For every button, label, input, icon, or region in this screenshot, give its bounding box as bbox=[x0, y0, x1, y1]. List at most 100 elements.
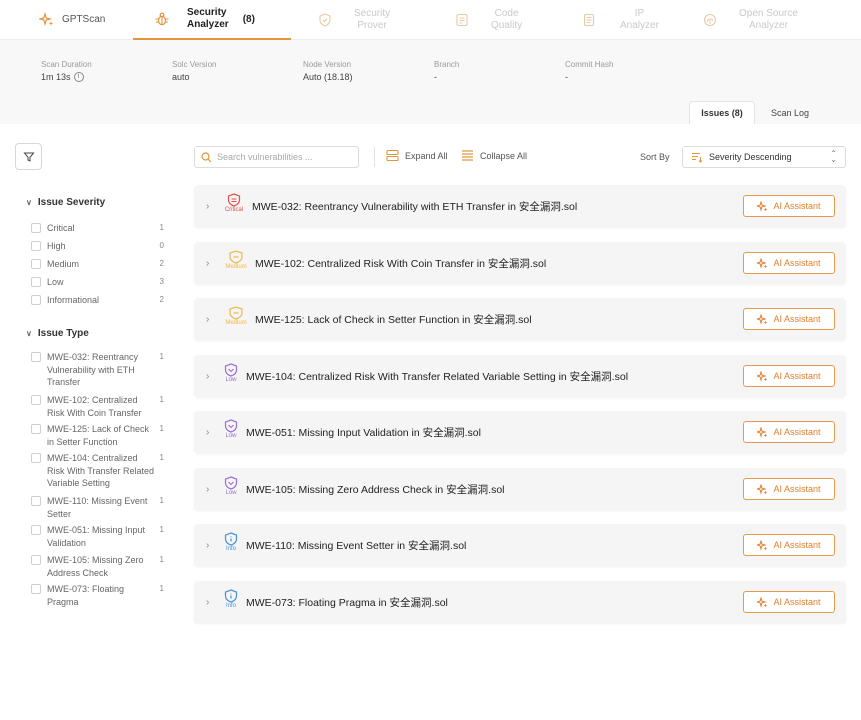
chevron-right-icon[interactable]: › bbox=[206, 258, 209, 269]
chevron-right-icon[interactable]: › bbox=[206, 484, 209, 495]
checkbox[interactable] bbox=[31, 496, 41, 506]
top-tab-bar: GPTScan Security Analyzer (8) Security P… bbox=[0, 0, 861, 40]
ai-assistant-label: AI Assistant bbox=[773, 201, 821, 211]
low-shield-icon bbox=[224, 419, 238, 433]
checkbox[interactable] bbox=[31, 525, 41, 535]
issue-row[interactable]: › Info MWE-110: Missing Event Setter in … bbox=[194, 524, 846, 566]
checkbox[interactable] bbox=[31, 555, 41, 565]
checkbox[interactable] bbox=[31, 259, 41, 269]
ai-assistant-button[interactable]: AI Assistant bbox=[743, 421, 835, 443]
checkbox[interactable] bbox=[31, 424, 41, 434]
issue-row[interactable]: › Low MWE-051: Missing Input Validation … bbox=[194, 411, 846, 453]
filter-type-mwe-102[interactable]: MWE-102: Centralized Risk With Coin Tran… bbox=[31, 394, 166, 419]
ai-assistant-button[interactable]: AI Assistant bbox=[743, 591, 835, 613]
expand-all-button[interactable]: Expand All bbox=[386, 149, 448, 162]
chevron-right-icon[interactable]: › bbox=[206, 597, 209, 608]
info-icon[interactable]: i bbox=[73, 72, 84, 82]
checkbox[interactable] bbox=[31, 295, 41, 305]
filter-count: 2 bbox=[159, 295, 164, 304]
filter-label: Medium bbox=[47, 259, 80, 269]
chevron-right-icon[interactable]: › bbox=[206, 371, 209, 382]
solc-version-label: Solc Version bbox=[172, 60, 217, 69]
ai-assistant-button[interactable]: AI Assistant bbox=[743, 308, 835, 330]
filter-button[interactable] bbox=[15, 143, 42, 170]
filter-label: Informational bbox=[47, 295, 100, 305]
filter-type-mwe-032[interactable]: MWE-032: Reentrancy Vulnerability with E… bbox=[31, 351, 166, 389]
filter-label: High bbox=[47, 241, 66, 251]
filter-type-mwe-110[interactable]: MWE-110: Missing Event Setter 1 bbox=[31, 495, 166, 520]
filter-type-mwe-125[interactable]: MWE-125: Lack of Check in Setter Functio… bbox=[31, 423, 166, 448]
chevron-right-icon[interactable]: › bbox=[206, 427, 209, 438]
low-severity-badge: Low bbox=[219, 476, 243, 496]
chevron-right-icon[interactable]: › bbox=[206, 201, 209, 212]
issue-row[interactable]: › Low MWE-104: Centralized Risk With Tra… bbox=[194, 355, 846, 397]
filter-count: 1 bbox=[159, 453, 164, 462]
checkbox[interactable] bbox=[31, 277, 41, 287]
ai-assistant-label: AI Assistant bbox=[773, 597, 821, 607]
filter-medium[interactable]: Medium 2 bbox=[31, 258, 166, 271]
ai-assistant-button[interactable]: AI Assistant bbox=[743, 478, 835, 500]
tab-code-quality[interactable]: Code Quality bbox=[453, 0, 543, 40]
tab-open-source-analyzer[interactable]: Open Source Analyzer bbox=[701, 0, 811, 40]
issue-row[interactable]: › Info MWE-073: Floating Pragma in 安全漏洞.… bbox=[194, 581, 846, 623]
filter-count: 1 bbox=[159, 424, 164, 433]
node-version-label: Node Version bbox=[303, 60, 352, 69]
chevron-right-icon[interactable]: › bbox=[206, 540, 209, 551]
checkbox[interactable] bbox=[31, 352, 41, 362]
filter-type-mwe-051[interactable]: MWE-051: Missing Input Validation 1 bbox=[31, 524, 166, 549]
issue-row[interactable]: › Low MWE-105: Missing Zero Address Chec… bbox=[194, 468, 846, 510]
checkbox[interactable] bbox=[31, 395, 41, 405]
filter-count: 1 bbox=[159, 223, 164, 232]
sparkle-icon bbox=[757, 370, 768, 382]
low-severity-badge: Low bbox=[219, 419, 243, 439]
chevron-down-icon: ∨ bbox=[26, 198, 32, 207]
filter-critical[interactable]: Critical 1 bbox=[31, 222, 166, 235]
tab-security-prover[interactable]: Security Prover bbox=[316, 0, 406, 40]
tab-scan-log[interactable]: Scan Log bbox=[762, 101, 818, 124]
sparkle-icon bbox=[757, 596, 768, 608]
issue-severity-header[interactable]: ∨ Issue Severity bbox=[26, 197, 105, 208]
filter-label: MWE-032: Reentrancy Vulnerability with E… bbox=[47, 352, 139, 387]
tab-security-analyzer-label: Security Analyzer bbox=[187, 7, 229, 30]
tab-ip-analyzer[interactable]: IP Analyzer bbox=[580, 0, 670, 40]
filter-count: 0 bbox=[159, 241, 164, 250]
filter-type-mwe-073[interactable]: MWE-073: Floating Pragma 1 bbox=[31, 583, 166, 608]
search-input[interactable] bbox=[217, 152, 352, 162]
sort-select[interactable]: Severity Descending ⌃ ⌄ bbox=[682, 146, 846, 168]
severity-label: Low bbox=[225, 377, 237, 383]
ai-assistant-button[interactable]: AI Assistant bbox=[743, 195, 835, 217]
issue-title: MWE-110: Missing Event Setter in 安全漏洞.so… bbox=[246, 539, 467, 552]
collapse-all-button[interactable]: Collapse All bbox=[461, 149, 527, 162]
filter-count: 1 bbox=[159, 496, 164, 505]
issue-row[interactable]: › Critical MWE-032: Reentrancy Vulnerabi… bbox=[194, 185, 846, 227]
branch-value: - bbox=[434, 72, 437, 82]
filter-high[interactable]: High 0 bbox=[31, 240, 166, 253]
ai-assistant-button[interactable]: AI Assistant bbox=[743, 365, 835, 387]
checkbox[interactable] bbox=[31, 584, 41, 594]
chevron-right-icon[interactable]: › bbox=[206, 314, 209, 325]
tab-issues[interactable]: Issues (8) bbox=[689, 101, 755, 124]
filter-type-mwe-105[interactable]: MWE-105: Missing Zero Address Check 1 bbox=[31, 554, 166, 579]
sort-select-value: Severity Descending bbox=[709, 152, 792, 162]
solc-version: Solc Version auto bbox=[172, 60, 216, 82]
checkbox[interactable] bbox=[31, 223, 41, 233]
ai-assistant-button[interactable]: AI Assistant bbox=[743, 252, 835, 274]
sparkle-icon bbox=[38, 11, 56, 29]
search-box bbox=[194, 146, 359, 168]
filter-type-mwe-104[interactable]: MWE-104: Centralized Risk With Transfer … bbox=[31, 452, 166, 490]
tab-security-prover-label: Security Prover bbox=[354, 8, 391, 31]
severity-label: Critical bbox=[224, 207, 244, 213]
filter-low[interactable]: Low 3 bbox=[31, 276, 166, 289]
issue-row[interactable]: › Medium MWE-102: Centralized Risk With … bbox=[194, 242, 846, 284]
filter-label: MWE-102: Centralized Risk With Coin Tran… bbox=[47, 395, 142, 418]
checkbox[interactable] bbox=[31, 453, 41, 463]
sort-by-label: Sort By bbox=[640, 152, 670, 162]
filter-informational[interactable]: Informational 2 bbox=[31, 294, 166, 307]
tab-security-analyzer[interactable]: Security Analyzer (8) bbox=[133, 0, 291, 40]
issue-type-header[interactable]: ∨ Issue Type bbox=[26, 328, 89, 339]
issue-title: MWE-102: Centralized Risk With Coin Tran… bbox=[255, 257, 547, 270]
issue-row[interactable]: › Medium MWE-125: Lack of Check in Sette… bbox=[194, 298, 846, 340]
checkbox[interactable] bbox=[31, 241, 41, 251]
ai-assistant-button[interactable]: AI Assistant bbox=[743, 534, 835, 556]
tab-gptscan[interactable]: GPTScan bbox=[38, 0, 128, 40]
